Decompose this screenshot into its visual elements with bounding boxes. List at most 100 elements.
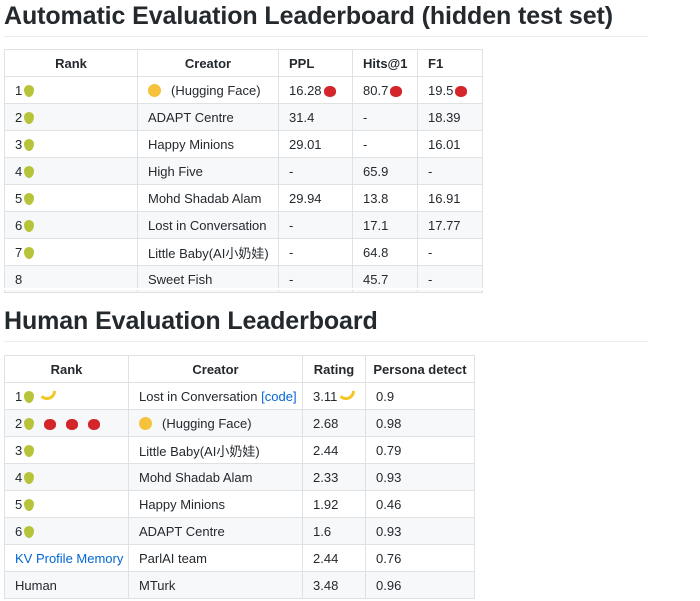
persona-value: 0.46 — [376, 496, 402, 512]
hits-value: - — [363, 109, 368, 125]
ppl-value: - — [289, 163, 294, 179]
persona-cell: 0.76 — [365, 544, 475, 572]
human-header-rank: Rank — [4, 355, 129, 383]
banana-icon — [337, 390, 356, 400]
creator-cell: High Five — [137, 157, 279, 185]
pear-icon — [24, 417, 35, 430]
auto-header-row: Rank Creator PPL Hits@1 F1 — [4, 49, 483, 77]
table-row: 2 ADAPT Centre 31.4 - 18.39 — [4, 103, 483, 131]
pear-icon — [24, 165, 35, 178]
creator-cell: (Hugging Face) — [137, 76, 279, 104]
f1-value: 16.91 — [428, 190, 461, 206]
creator-cell: Little Baby(AI小奶娃) — [128, 436, 303, 464]
table-row: 7 Little Baby(AI小奶娃) - 64.8 - — [4, 238, 483, 266]
rating-cell: 2.44 — [302, 436, 366, 464]
creator-cell: Mohd Shadab Alam — [128, 463, 303, 491]
ppl-cell: 16.28 — [278, 76, 353, 104]
hugging-face-icon — [148, 83, 161, 97]
hits-value: 80.7 — [363, 82, 389, 98]
rating-value: 2.44 — [313, 550, 339, 566]
persona-cell: 0.98 — [365, 409, 475, 437]
rank-label: 5 — [15, 190, 23, 206]
hits-cell: 13.8 — [352, 184, 418, 212]
creator-label: High Five — [148, 163, 203, 179]
table-row: 1 (Hugging Face) 16.28 80.7 19.5 — [4, 76, 483, 104]
auto-leaderboard-table: Rank Creator PPL Hits@1 F1 1 (Hugging Fac… — [4, 49, 483, 293]
rating-cell: 2.68 — [302, 409, 366, 437]
rating-value: 1.92 — [313, 496, 339, 512]
pear-icon — [24, 219, 35, 232]
human-header-persona: Persona detect — [365, 355, 475, 383]
rating-value: 3.48 — [313, 577, 339, 593]
rating-cell: 3.48 — [302, 571, 366, 599]
rank-cell: 6 — [4, 211, 138, 239]
creator-label: Lost in Conversation — [148, 217, 267, 233]
hits-cell: 64.8 — [352, 238, 418, 266]
pear-icon — [24, 444, 35, 457]
creator-cell: MTurk — [128, 571, 303, 599]
pear-icon — [24, 246, 35, 259]
pear-icon — [24, 111, 35, 124]
f1-cell: 17.77 — [417, 211, 483, 239]
table-row: 3 Little Baby(AI小奶娃) 2.44 0.79 — [4, 436, 475, 464]
creator-cell: Happy Minions — [128, 490, 303, 518]
creator-label: Happy Minions — [148, 136, 234, 152]
persona-value: 0.93 — [376, 523, 402, 539]
f1-cell: - — [417, 157, 483, 185]
ppl-value: 29.01 — [289, 136, 322, 152]
f1-cell: - — [417, 238, 483, 266]
rank-label: Human — [15, 577, 57, 593]
persona-cell: 0.9 — [365, 382, 475, 410]
human-leaderboard-title: Human Evaluation Leaderboard — [4, 307, 378, 335]
apple-icon — [323, 85, 336, 97]
creator-cell: Little Baby(AI小奶娃) — [137, 238, 279, 266]
kv-profile-memory-link[interactable]: KV Profile Memory — [15, 551, 123, 566]
creator-label: MTurk — [139, 577, 176, 593]
rating-cell: 3.11 — [302, 382, 366, 410]
creator-cell: Lost in Conversation — [137, 211, 279, 239]
f1-cell: 19.5 — [417, 76, 483, 104]
creator-label: (Hugging Face) — [162, 415, 252, 431]
table-row: 3 Happy Minions 29.01 - 16.01 — [4, 130, 483, 158]
ppl-value: - — [289, 217, 294, 233]
persona-cell: 0.79 — [365, 436, 475, 464]
rank-cell: KV Profile Memory — [4, 544, 129, 572]
creator-label: Happy Minions — [139, 496, 225, 512]
rank-label: 3 — [15, 136, 23, 152]
apple-icon — [88, 418, 101, 430]
ppl-cell: - — [278, 157, 353, 185]
rank-label: 4 — [15, 469, 23, 485]
rank-label: 8 — [15, 271, 23, 287]
persona-value: 0.9 — [376, 388, 395, 404]
persona-cell: 0.46 — [365, 490, 475, 518]
apple-icon — [66, 418, 79, 430]
ppl-cell: 31.4 — [278, 103, 353, 131]
ppl-value: - — [289, 271, 294, 287]
pear-icon — [24, 84, 35, 97]
rank-cell: Human — [4, 571, 129, 599]
f1-value: - — [428, 271, 433, 287]
f1-value: 17.77 — [428, 217, 461, 233]
ppl-cell: - — [278, 238, 353, 266]
f1-cell: 18.39 — [417, 103, 483, 131]
banana-icon — [38, 390, 57, 400]
code-link[interactable]: [code] — [261, 389, 296, 404]
auto-header-rank: Rank — [4, 49, 138, 77]
creator-label: ADAPT Centre — [139, 523, 225, 539]
rank-label: 2 — [15, 109, 23, 125]
rank-cell: 5 — [4, 490, 129, 518]
title-rule-2 — [4, 341, 648, 342]
persona-value: 0.93 — [376, 469, 402, 485]
creator-label: Little Baby(AI小奶娃) — [148, 245, 269, 261]
f1-value: 18.39 — [428, 109, 461, 125]
pear-icon — [24, 471, 35, 484]
hits-cell: 80.7 — [352, 76, 418, 104]
rank-cell: 2 — [4, 409, 129, 437]
creator-label: ADAPT Centre — [148, 109, 234, 125]
rank-cell: 7 — [4, 238, 138, 266]
creator-label: Lost in Conversation — [139, 388, 258, 404]
rank-label: 4 — [15, 163, 23, 179]
f1-cell: 16.01 — [417, 130, 483, 158]
creator-cell: (Hugging Face) — [128, 409, 303, 437]
persona-cell: 0.93 — [365, 517, 475, 545]
